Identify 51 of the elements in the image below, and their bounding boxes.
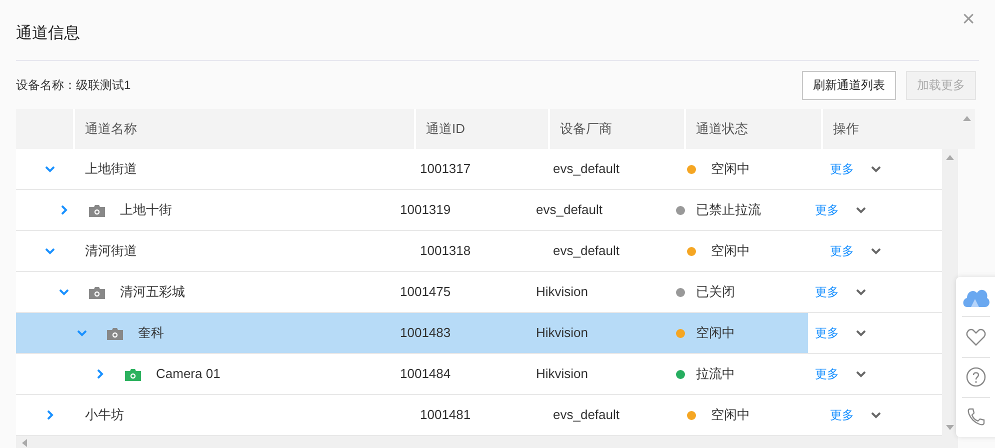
vendor-text: Hikvision bbox=[536, 283, 588, 302]
table-row[interactable]: Camera 01 1001484 Hikvision 拉流中 bbox=[16, 354, 808, 394]
column-header[interactable]: 通道名称 bbox=[85, 119, 137, 139]
status-text: 拉流中 bbox=[696, 365, 735, 384]
vendor-text: evs_default bbox=[553, 406, 620, 424]
table-row[interactable]: 小牛坊 1001481 evs_default 空闲中 bbox=[16, 395, 823, 435]
status-text: 空闲中 bbox=[711, 160, 750, 178]
channel-id: 1001319 bbox=[400, 201, 451, 220]
horizontal-scrollbar[interactable] bbox=[16, 436, 958, 448]
channel-name: 清河街道 bbox=[85, 242, 137, 260]
scroll-left-icon[interactable] bbox=[22, 438, 27, 446]
table-row[interactable]: 清河五彩城 1001475 Hikvision 已关闭 bbox=[16, 272, 808, 312]
vendor-text: evs_default bbox=[536, 201, 602, 220]
vendor-text: Hikvision bbox=[536, 324, 588, 342]
phone-icon[interactable] bbox=[966, 408, 984, 426]
vendor-text: evs_default bbox=[553, 242, 620, 260]
vendor-text: Hikvision bbox=[536, 365, 588, 384]
heart-icon[interactable] bbox=[966, 328, 986, 346]
channel-name: 清河五彩城 bbox=[120, 283, 185, 302]
status-text: 已关闭 bbox=[696, 283, 735, 302]
table-row[interactable]: 清河街道 1001318 evs_default 空闲中 bbox=[16, 231, 823, 271]
column-header[interactable]: 通道状态 bbox=[696, 119, 748, 139]
channel-id: 1001317 bbox=[420, 160, 471, 178]
scroll-up-icon[interactable] bbox=[946, 155, 954, 160]
help-icon[interactable] bbox=[966, 367, 986, 388]
dialog-title: 通道信息 bbox=[16, 24, 80, 44]
scroll-up-icon[interactable] bbox=[962, 116, 970, 121]
channel-id: 1001484 bbox=[400, 365, 451, 384]
column-header[interactable]: 通道ID bbox=[426, 119, 465, 139]
column-header[interactable]: 设备厂商 bbox=[560, 119, 612, 139]
status-text: 空闲中 bbox=[696, 324, 735, 342]
channel-name: 上地街道 bbox=[85, 160, 137, 178]
table-row[interactable]: 上地街道 1001317 evs_default 空闲中 bbox=[16, 149, 823, 189]
scroll-down-icon[interactable] bbox=[946, 425, 954, 430]
status-text: 已禁止拉流 bbox=[696, 201, 761, 220]
status-text: 空闲中 bbox=[711, 406, 750, 424]
status-text: 空闲中 bbox=[711, 242, 750, 260]
refresh-button[interactable]: 刷新通道列表 bbox=[802, 70, 896, 100]
channel-name: 奎科 bbox=[138, 324, 164, 342]
channel-name: 小牛坊 bbox=[85, 406, 124, 424]
channel-name: 上地十街 bbox=[120, 201, 172, 220]
channel-id: 1001475 bbox=[400, 283, 451, 302]
device-name-label: 设备名称：级联测试1 bbox=[16, 77, 131, 94]
table-row[interactable]: 奎科 1001483 Hikvision 空闲中 bbox=[16, 313, 808, 353]
channel-id: 1001318 bbox=[420, 242, 471, 260]
channel-name: Camera 01 bbox=[156, 365, 220, 384]
channel-id: 1001483 bbox=[400, 324, 451, 342]
table-row[interactable]: 上地十街 1001319 evs_default 已禁止拉流 bbox=[16, 190, 808, 230]
column-header[interactable]: 操作 bbox=[833, 119, 859, 139]
channel-id: 1001481 bbox=[420, 406, 471, 424]
vendor-text: evs_default bbox=[553, 160, 620, 178]
